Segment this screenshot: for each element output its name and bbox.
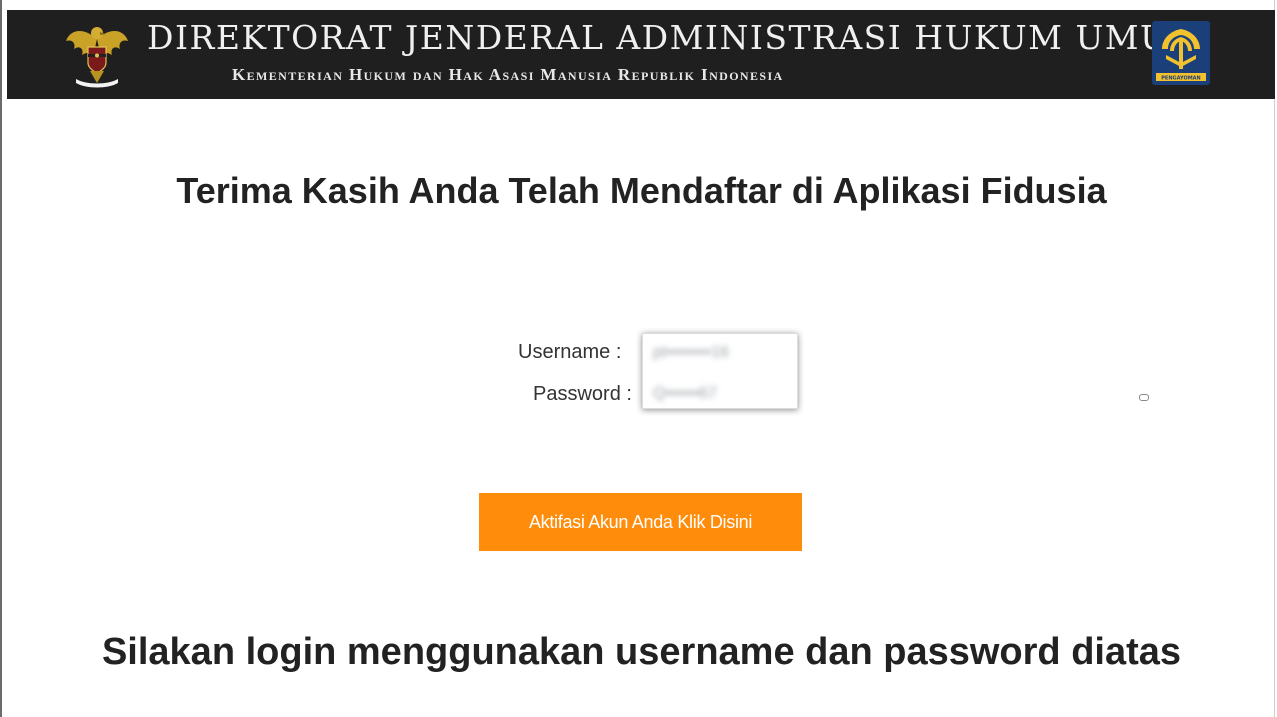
pengayoman-logo-text: PENGAYOMAN xyxy=(1161,76,1200,82)
username-label: Username : xyxy=(518,341,622,363)
cursor-mark xyxy=(1139,394,1149,401)
garuda-emblem-icon xyxy=(66,27,128,88)
header-banner: DIREKTORAT JENDERAL ADMINISTRASI HUKUM U… xyxy=(7,10,1275,99)
pengayoman-logo-icon: PENGAYOMAN xyxy=(1152,21,1210,85)
page-frame xyxy=(0,0,1275,717)
password-label: Password : xyxy=(533,383,632,405)
header-title: DIREKTORAT JENDERAL ADMINISTRASI HUKUM U… xyxy=(147,18,1205,57)
activate-account-button[interactable]: Aktifasi Akun Anda Klik Disini xyxy=(479,493,802,551)
thanks-heading: Terima Kasih Anda Telah Mendaftar di Apl… xyxy=(176,170,1107,211)
header-subtitle: Kementerian Hukum dan Hak Asasi Manusia … xyxy=(232,65,784,84)
login-instruction-heading: Silakan login menggunakan username dan p… xyxy=(101,631,1182,673)
password-value: Q••••••67 xyxy=(653,385,717,402)
username-value: pt••••••••16 xyxy=(653,344,729,361)
credentials-box: pt••••••••16 Q••••••67 xyxy=(642,333,798,409)
